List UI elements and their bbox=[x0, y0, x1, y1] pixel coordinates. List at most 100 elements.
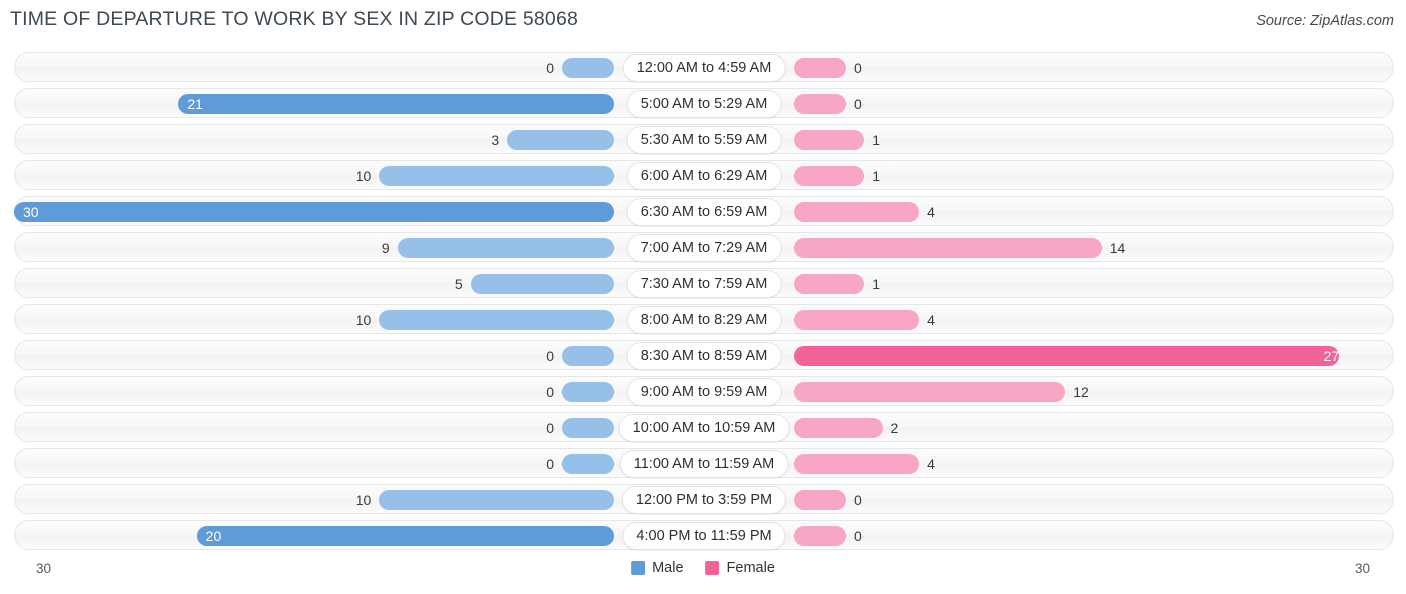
row-track: 10 1 6:00 AM to 6:29 AM bbox=[14, 160, 1394, 190]
female-value-label: 14 bbox=[1109, 240, 1126, 256]
female-value-label: 0 bbox=[854, 60, 862, 76]
source-attribution: Source: ZipAtlas.com bbox=[1256, 13, 1394, 29]
chart-page: TIME OF DEPARTURE TO WORK BY SEX IN ZIP … bbox=[0, 0, 1406, 594]
male-bar[interactable] bbox=[562, 454, 614, 474]
female-bar[interactable] bbox=[794, 418, 883, 438]
category-label: 7:30 AM to 7:59 AM bbox=[627, 271, 781, 297]
male-bar[interactable] bbox=[507, 130, 614, 150]
row-track: 20 0 4:00 PM to 11:59 PM bbox=[14, 520, 1394, 550]
row-track: 9 14 7:00 AM to 7:29 AM bbox=[14, 232, 1394, 262]
row-track: 10 4 8:00 AM to 8:29 AM bbox=[14, 304, 1394, 334]
row-track: 0 2 10:00 AM to 10:59 AM bbox=[14, 412, 1394, 442]
male-bar[interactable] bbox=[562, 418, 614, 438]
diverging-bar-chart: 0 0 12:00 AM to 4:59 AM 21 0 5:00 AM to 5:29 … bbox=[0, 52, 1406, 556]
male-bar[interactable] bbox=[379, 490, 614, 510]
chart-row: 10 4 8:00 AM to 8:29 AM bbox=[0, 304, 1406, 334]
female-bar[interactable] bbox=[794, 454, 920, 474]
axis-label-right-max: 30 bbox=[1354, 561, 1370, 576]
female-bar[interactable] bbox=[794, 526, 846, 546]
male-bar[interactable] bbox=[397, 238, 614, 258]
chart-row: 10 0 12:00 PM to 3:59 PM bbox=[0, 484, 1406, 514]
legend-label-female: Female bbox=[726, 560, 775, 576]
male-value-label: 0 bbox=[546, 420, 554, 436]
male-value-label: 10 bbox=[355, 492, 372, 508]
row-track: 0 12 9:00 AM to 9:59 AM bbox=[14, 376, 1394, 406]
chart-row: 20 0 4:00 PM to 11:59 PM bbox=[0, 520, 1406, 550]
female-value-label: 0 bbox=[854, 528, 862, 544]
row-track: 0 4 11:00 AM to 11:59 AM bbox=[14, 448, 1394, 478]
male-bar[interactable] bbox=[562, 58, 614, 78]
page-title: TIME OF DEPARTURE TO WORK BY SEX IN ZIP … bbox=[10, 8, 579, 30]
chart-row: 0 2 10:00 AM to 10:59 AM bbox=[0, 412, 1406, 442]
category-label: 8:30 AM to 8:59 AM bbox=[627, 343, 781, 369]
female-value-label: 4 bbox=[927, 456, 935, 472]
row-track: 3 1 5:30 AM to 5:59 AM bbox=[14, 124, 1394, 154]
female-value-label: 12 bbox=[1073, 384, 1089, 400]
row-track: 0 27 8:30 AM to 8:59 AM bbox=[14, 340, 1394, 370]
male-bar[interactable] bbox=[562, 382, 614, 402]
axis-label-left-max: 30 bbox=[36, 561, 52, 576]
female-bar[interactable] bbox=[794, 130, 865, 150]
female-bar[interactable] bbox=[794, 274, 865, 294]
male-value-label: 5 bbox=[454, 276, 463, 292]
female-value-label: 1 bbox=[872, 132, 881, 148]
chart-row: 30 4 6:30 AM to 6:59 AM bbox=[0, 196, 1406, 226]
chart-row: 5 1 7:30 AM to 7:59 AM bbox=[0, 268, 1406, 298]
row-track: 30 4 6:30 AM to 6:59 AM bbox=[14, 196, 1394, 226]
female-value-label: 1 bbox=[872, 276, 881, 292]
male-value-label: 20 bbox=[205, 528, 222, 544]
chart-row: 10 1 6:00 AM to 6:29 AM bbox=[0, 160, 1406, 190]
female-bar[interactable] bbox=[794, 490, 846, 510]
category-label: 11:00 AM to 11:59 AM bbox=[620, 451, 788, 477]
category-label: 12:00 PM to 3:59 PM bbox=[622, 487, 786, 513]
category-label: 12:00 AM to 4:59 AM bbox=[623, 55, 785, 81]
category-label: 10:00 AM to 10:59 AM bbox=[619, 415, 789, 441]
male-value-label: 10 bbox=[355, 312, 372, 328]
category-label: 7:00 AM to 7:29 AM bbox=[627, 235, 781, 261]
chart-row: 0 0 12:00 AM to 4:59 AM bbox=[0, 52, 1406, 82]
chart-footer: 30 30 Male Female bbox=[0, 556, 1406, 594]
female-value-label: 0 bbox=[854, 492, 862, 508]
female-bar[interactable] bbox=[794, 202, 920, 222]
male-value-label: 0 bbox=[546, 384, 554, 400]
male-value-label: 3 bbox=[491, 132, 500, 148]
male-bar[interactable] bbox=[562, 346, 614, 366]
legend-swatch-female bbox=[705, 561, 720, 575]
female-bar[interactable] bbox=[794, 238, 1102, 258]
legend-swatch-male bbox=[631, 561, 646, 575]
row-track: 10 0 12:00 PM to 3:59 PM bbox=[14, 484, 1394, 514]
row-track: 0 0 12:00 AM to 4:59 AM bbox=[14, 52, 1394, 82]
row-track: 21 0 5:00 AM to 5:29 AM bbox=[14, 88, 1394, 118]
chart-row: 21 0 5:00 AM to 5:29 AM bbox=[0, 88, 1406, 118]
female-value-label: 1 bbox=[872, 168, 881, 184]
legend-label-male: Male bbox=[652, 560, 684, 576]
male-value-label: 0 bbox=[546, 456, 554, 472]
chart-row: 3 1 5:30 AM to 5:59 AM bbox=[0, 124, 1406, 154]
female-value-label: 2 bbox=[890, 420, 899, 436]
male-bar[interactable] bbox=[379, 310, 614, 330]
chart-row: 0 27 8:30 AM to 8:59 AM bbox=[0, 340, 1406, 370]
category-label: 6:00 AM to 6:29 AM bbox=[627, 163, 781, 189]
category-label: 9:00 AM to 9:59 AM bbox=[627, 379, 781, 405]
male-bar[interactable] bbox=[470, 274, 614, 294]
legend-item-male[interactable]: Male bbox=[631, 560, 684, 576]
category-label: 8:00 AM to 8:29 AM bbox=[627, 307, 781, 333]
female-bar[interactable] bbox=[794, 382, 1066, 402]
female-bar[interactable] bbox=[794, 94, 846, 114]
female-value-label: 27 bbox=[1323, 348, 1340, 364]
category-label: 6:30 AM to 6:59 AM bbox=[627, 199, 781, 225]
female-value-label: 0 bbox=[854, 96, 862, 112]
male-value-label: 10 bbox=[355, 168, 372, 184]
male-value-label: 0 bbox=[546, 60, 554, 76]
category-label: 5:00 AM to 5:29 AM bbox=[627, 91, 781, 117]
female-bar[interactable] bbox=[794, 310, 920, 330]
category-label: 5:30 AM to 5:59 AM bbox=[627, 127, 781, 153]
female-bar[interactable] bbox=[794, 166, 865, 186]
legend-item-female[interactable]: Female bbox=[705, 560, 775, 576]
category-label: 4:00 PM to 11:59 PM bbox=[623, 523, 785, 549]
male-value-label: 9 bbox=[381, 240, 390, 256]
male-bar[interactable] bbox=[379, 166, 614, 186]
female-bar[interactable] bbox=[794, 58, 846, 78]
male-value-label: 0 bbox=[546, 348, 554, 364]
male-value-label: 21 bbox=[187, 96, 203, 112]
